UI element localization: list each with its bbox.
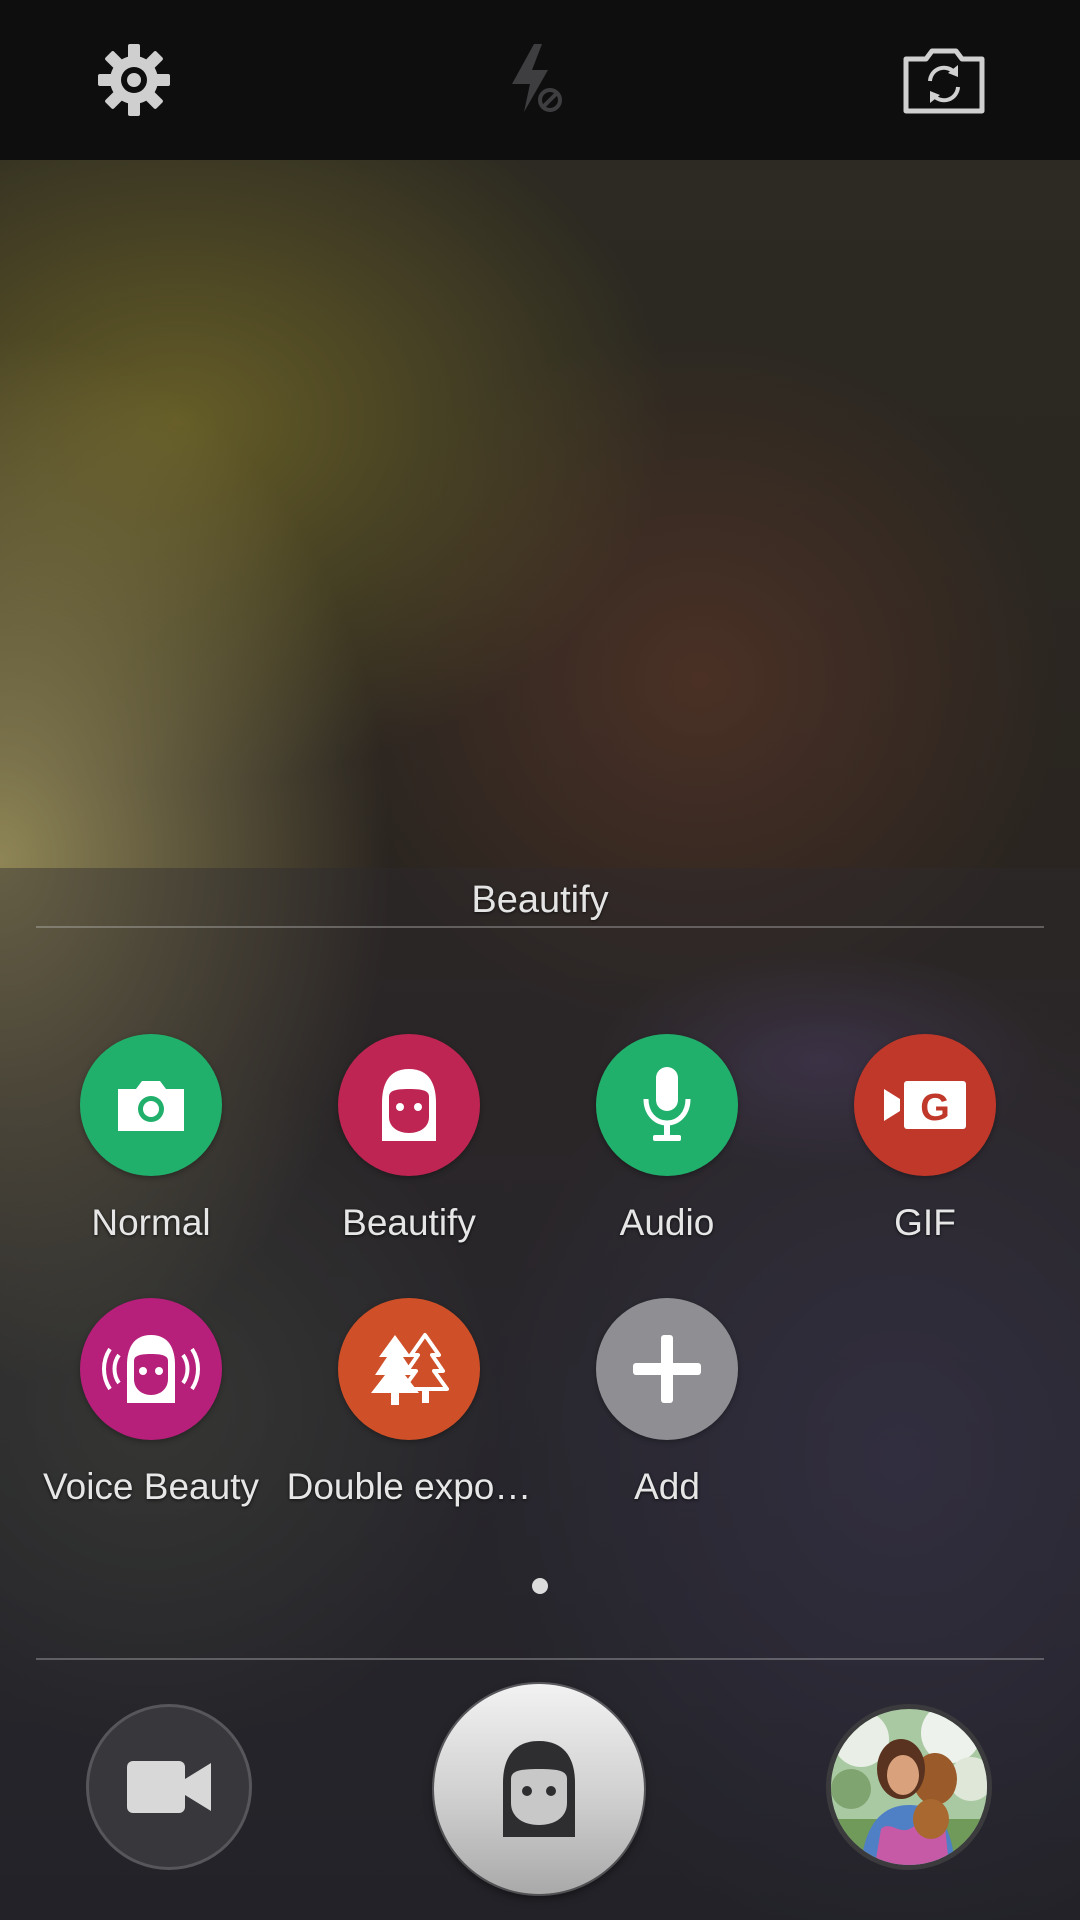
switch-camera-icon xyxy=(903,48,985,114)
switch-camera-button[interactable] xyxy=(894,30,994,130)
mode-add[interactable]: Add xyxy=(538,1298,796,1528)
camera-icon xyxy=(118,1081,184,1131)
page-indicator-dot xyxy=(532,1578,548,1594)
video-mode-button[interactable] xyxy=(86,1704,252,1870)
beautify-face-icon xyxy=(382,1069,436,1141)
microphone-icon xyxy=(643,1067,691,1141)
shutter-button[interactable] xyxy=(434,1684,644,1894)
voice-beauty-icon xyxy=(102,1335,200,1403)
flash-off-icon xyxy=(512,44,562,112)
panel-title-divider xyxy=(36,926,1044,928)
mode-label: Normal xyxy=(91,1202,211,1243)
gif-icon: G xyxy=(884,1081,966,1129)
panel-title: Beautify xyxy=(471,879,609,921)
mode-normal[interactable]: Normal xyxy=(22,1034,280,1264)
plus-icon xyxy=(633,1335,701,1403)
mode-gif[interactable]: G GIF xyxy=(796,1034,1054,1264)
mode-label: Double expo… xyxy=(286,1466,532,1507)
mode-label: Voice Beauty xyxy=(43,1466,259,1507)
top-toolbar xyxy=(0,0,1080,160)
panel-bottom-divider xyxy=(36,1658,1044,1660)
mode-label: Add xyxy=(634,1466,700,1507)
gallery-thumbnail xyxy=(831,1709,987,1865)
mode-beautify[interactable]: Beautify xyxy=(280,1034,538,1264)
video-camera-icon xyxy=(127,1761,211,1813)
gallery-thumbnail-button[interactable] xyxy=(826,1704,992,1870)
mode-label: Audio xyxy=(619,1202,715,1243)
mode-label: Beautify xyxy=(342,1202,476,1243)
svg-text:G: G xyxy=(920,1087,950,1129)
mode-double-exposure[interactable]: Double expo… xyxy=(280,1298,538,1528)
mode-voice-beauty[interactable]: Voice Beauty xyxy=(22,1298,280,1528)
mode-label: GIF xyxy=(894,1202,956,1243)
settings-button[interactable] xyxy=(84,30,184,130)
camera-screen: Beautify Normal Beautify Audio G GIF Voi… xyxy=(0,0,1080,1920)
beautify-face-icon xyxy=(503,1741,575,1837)
trees-icon xyxy=(371,1333,449,1405)
gear-icon xyxy=(98,44,170,116)
mode-audio[interactable]: Audio xyxy=(538,1034,796,1264)
flash-button[interactable] xyxy=(486,30,586,130)
